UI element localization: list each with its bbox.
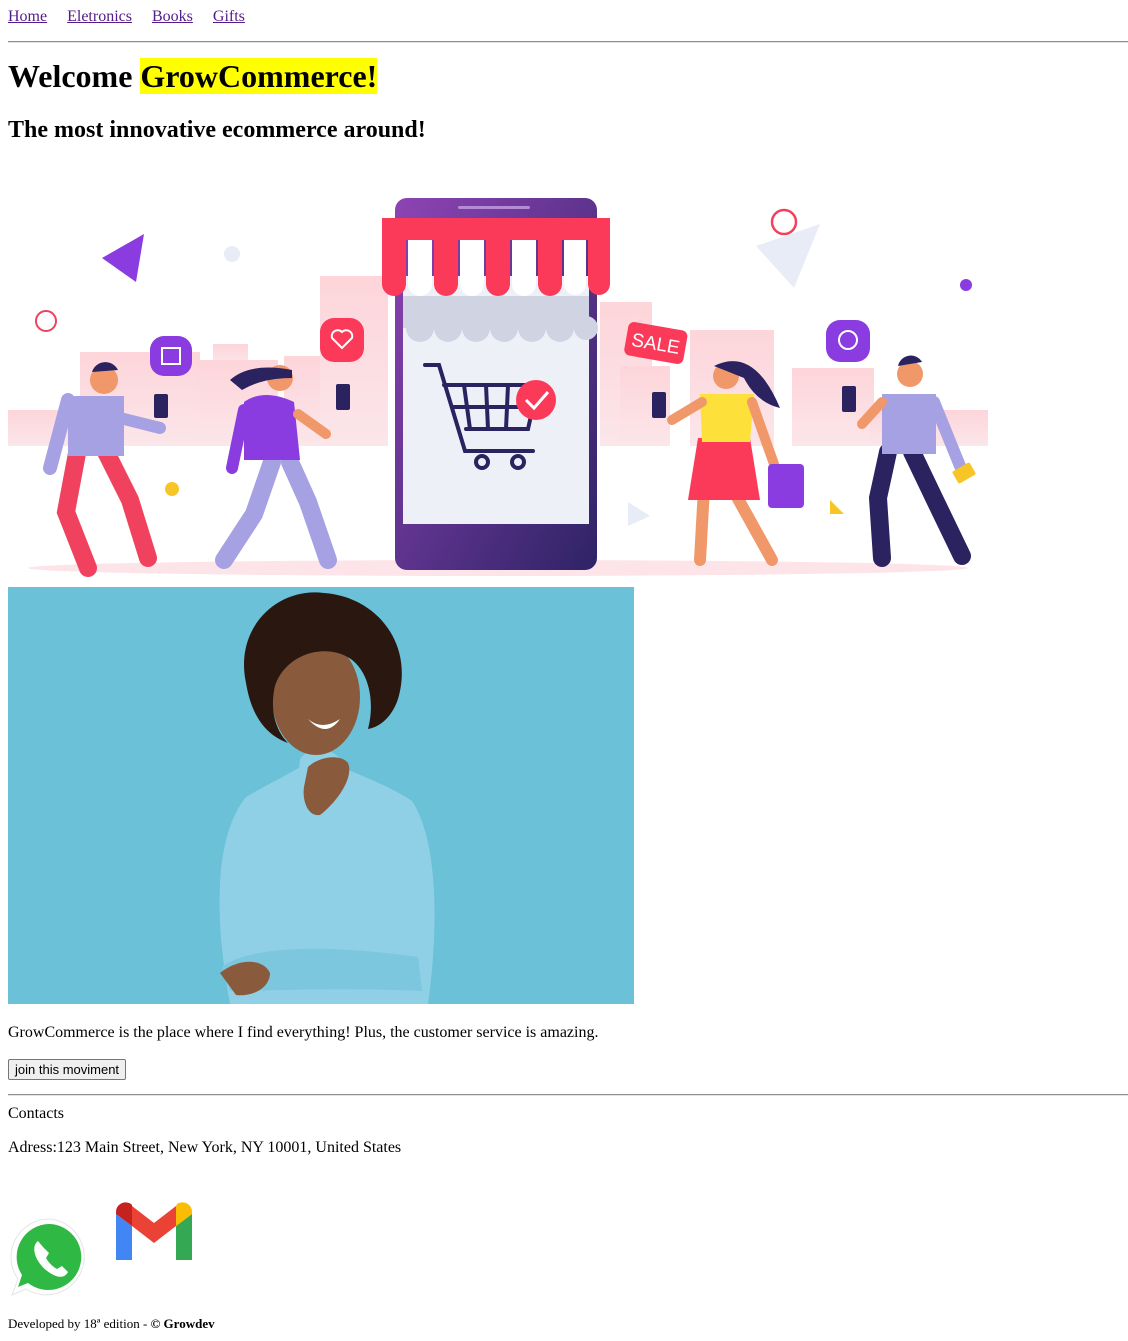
check-badge-icon [516,380,556,420]
brand-highlight: GrowCommerce! [140,58,378,94]
footer-credit: Developed by 18ª edition - © Growdev [8,1316,215,1332]
nav-link-home[interactable]: Home [8,8,47,25]
page-subtitle: The most innovative ecommerce around! [8,117,426,143]
triangle-shape [102,234,144,282]
page-title: Welcome GrowCommerce! [8,56,378,96]
nav-link-eletronics[interactable]: Eletronics [67,8,132,25]
join-movement-button[interactable]: join this moviment [8,1059,127,1080]
footer-brand: © Growdev [150,1316,215,1331]
heart-icon [320,318,364,362]
footer-divider [8,1094,1128,1096]
testimonial-photo [8,587,634,1004]
whatsapp-icon[interactable] [8,1215,92,1299]
hero-illustration: SALE [8,198,988,577]
nav-link-gifts[interactable]: Gifts [213,8,245,25]
phone-store [382,198,610,570]
testimonial-text: GrowCommerce is the place where I find e… [8,1024,599,1041]
welcome-text: Welcome [8,58,133,94]
contacts-heading: Contacts [8,1105,64,1122]
nav-link-books[interactable]: Books [152,8,193,25]
gift-icon [150,336,192,376]
gmail-icon[interactable] [112,1200,196,1266]
chat-bubble-icon [826,320,870,362]
contact-address: Adress:123 Main Street, New York, NY 100… [8,1139,402,1156]
nav-divider [8,41,1128,43]
footer-prefix: Developed by 18ª edition - [8,1316,151,1331]
shopping-bag-icon [768,464,804,508]
top-nav: Home Eletronics Books Gifts [8,7,261,27]
